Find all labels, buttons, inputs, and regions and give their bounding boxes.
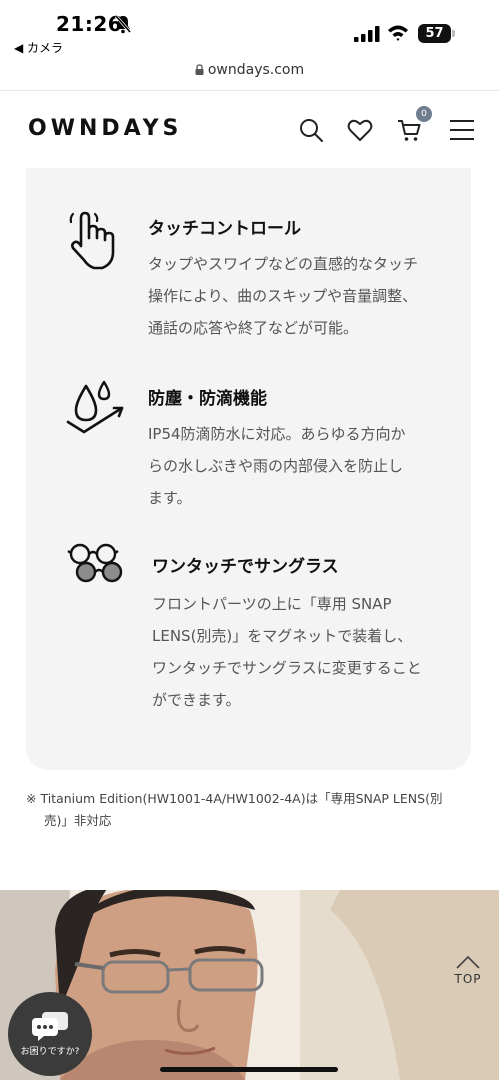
feature-desc-line: タップやスワイプなどの直感的なタッチ [148,255,419,273]
cellular-signal-icon [354,26,380,42]
hamburger-menu-icon[interactable] [449,117,475,143]
feature-desc-line: 操作により、曲のスキップや音量調整、 [148,287,418,305]
feature-desc-line: IP54防滴防水に対応。あらゆる方向か [148,425,406,443]
owndays-logo[interactable]: OWNDAYS [28,116,182,141]
status-time: 21:26 [56,12,123,36]
feature-desc-line: らの水しぶきや雨の内部侵入を防止し [148,457,404,475]
back-to-camera-link[interactable]: ◀ カメラ [14,39,63,56]
feature-description: フロントパーツの上に「専用 SNAP LENS(別売)」をマグネットで装着し、 … [152,588,442,716]
heart-icon[interactable] [347,117,373,143]
bell-muted-icon [114,15,132,34]
help-chat-button[interactable]: お困りですか? [8,992,92,1076]
back-to-top-button[interactable]: TOP [448,952,488,992]
battery-indicator: 57 [418,24,456,44]
chevron-up-icon [456,955,480,969]
feature-title: ワンタッチでサングラス [152,557,339,577]
site-header: OWNDAYS [0,90,499,168]
feature-desc-line: 通話の応答や終了などが可能。 [148,319,359,337]
feature-desc-line: フロントパーツの上に「専用 SNAP [152,595,392,613]
feature-desc-line: ができます。 [152,691,241,709]
cart-count-badge: 0 [416,106,432,122]
help-label: お困りですか? [20,1047,80,1057]
cart-icon[interactable] [396,117,422,143]
top-label: TOP [454,972,482,986]
sunglasses-icon [67,543,123,583]
home-indicator[interactable] [160,1067,338,1072]
feature-title: 防塵・防滴機能 [148,389,267,409]
search-icon[interactable] [298,117,324,143]
feature-card: タッチコントロール タップやスワイプなどの直感的なタッチ 操作により、曲のスキッ… [26,168,471,770]
feature-title: タッチコントロール [148,219,301,239]
feature-desc-line: ワンタッチでサングラスに変更すること [152,659,422,677]
snap-lens-footnote: ※ Titanium Edition(HW1001-4A/HW1002-4A)は… [26,791,443,828]
status-bar: 21:26 ◀ カメラ 57 [0,0,499,60]
battery-level: 57 [425,26,444,41]
feature-desc-line: LENS(別売)」をマグネットで装着し、 [152,627,413,645]
chat-bubble-icon [32,1012,68,1041]
feature-description: IP54防滴防水に対応。あらゆる方向か らの水しぶきや雨の内部侵入を防止し ます… [148,418,438,514]
feature-desc-line: ます。 [148,489,192,507]
url-text: owndays.com [207,62,305,78]
address-bar[interactable]: owndays.com [0,62,499,84]
water-drop-icon [66,380,124,434]
touch-hand-icon [69,211,115,270]
lock-icon [195,64,204,75]
wifi-icon [388,25,408,41]
feature-description: タップやスワイプなどの直感的なタッチ 操作により、曲のスキップや音量調整、 通話… [148,248,438,344]
